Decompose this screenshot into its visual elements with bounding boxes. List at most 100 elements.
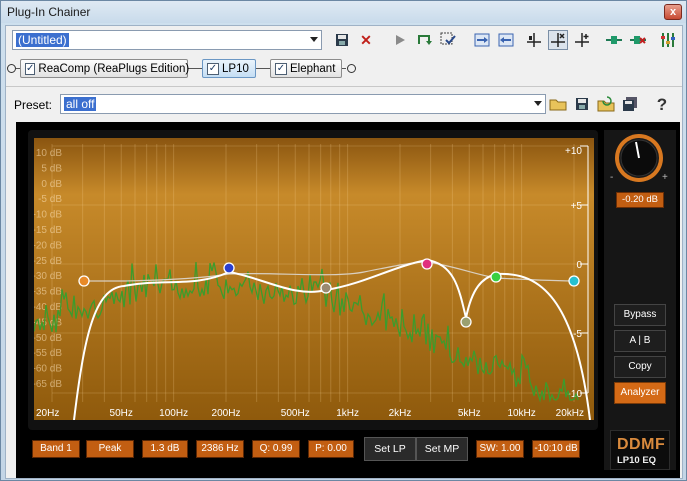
plugin-label: LP10 [222,62,249,75]
import-preset-icon[interactable] [596,94,616,114]
db-left-label: 5 dB [41,163,62,174]
freq-label: 200Hz [212,408,241,419]
plugin-chain-row: ✓ ReaComp (ReaPlugs Edition) ✓ LP10 ✓ El… [6,58,684,80]
client-area: (Untitled) ✕ ✓ ReaComp (ReaPlugs Edition… [5,25,683,479]
gain-plus-label: + [662,172,668,183]
db-left-label: -25 dB [34,256,62,267]
align-plus-icon[interactable] [572,30,592,50]
freq-label: 5kHz [458,408,481,419]
display-range-field[interactable]: -10:10 dB [532,440,580,458]
freq-label: 20Hz [36,408,59,419]
freq-label: 100Hz [159,408,188,419]
plugin-label: Elephant [290,62,336,75]
db-left-label: -15 dB [34,225,62,236]
db-left-label: -35 dB [34,287,62,298]
eq-graph[interactable]: 10 dB 5 dB 0 dB -5 dB -10 dB -15 dB -20 dB -25 … [34,138,594,420]
db-right-label: -5 [573,329,582,340]
output-gain-knob[interactable]: - + [610,132,668,186]
gain-value-display[interactable]: -0.20 dB [616,192,664,208]
select-icon[interactable] [438,30,458,50]
open-folder-icon[interactable] [548,94,568,114]
copy-button[interactable]: Copy [614,356,666,378]
spectrum-width-field[interactable]: SW: 1.00 [476,440,524,458]
plugin-enable-checkbox[interactable]: ✓ [25,62,36,75]
chain-plugin-elephant[interactable]: ✓ Elephant [270,59,342,78]
save-preset-icon[interactable] [572,94,592,114]
set-lp-button[interactable]: Set LP [364,437,416,461]
band6-node[interactable] [490,271,502,283]
band1-node[interactable] [78,275,90,287]
db-left-label: 0 dB [41,179,62,190]
band2-node[interactable] [223,262,235,274]
close-button[interactable]: x [664,4,682,20]
move-in-icon[interactable] [472,30,492,50]
right-control-panel: - + -0.20 dB Bypass A | B Copy Analyzer … [604,130,676,470]
play-icon[interactable] [390,30,410,50]
freq-label: 50Hz [110,408,133,419]
band-parameter-bar: Band 1 Peak 1.3 dB 2386 Hz Q: 0.99 P: 0.… [28,436,598,466]
align-x-icon[interactable] [548,30,568,50]
divider [6,86,682,87]
filter-type-selector[interactable]: Peak [86,440,134,458]
plugin-enable-checkbox[interactable]: ✓ [275,62,287,75]
band7-node[interactable] [568,275,580,287]
plugin-label: ReaComp (ReaPlugs Edition) [38,62,190,75]
eq-panel: 10 dB 5 dB 0 dB -5 dB -10 dB -15 dB -20 dB -25 … [28,130,598,430]
db-right-label: 0 [576,260,582,271]
db-left-label: -5 dB [38,194,62,205]
db-left-label: -65 dB [34,379,62,390]
chain-output-node [347,64,356,73]
chain-name-dropdown[interactable]: (Untitled) [12,30,322,50]
align-left-icon[interactable] [524,30,544,50]
help-icon[interactable]: ? [652,94,672,114]
db-left-label: -50 dB [34,333,62,344]
db-left-label: -10 dB [34,210,62,221]
db-left-label: -55 dB [34,348,62,359]
freq-label: 20kHz [556,408,584,419]
band-gain-field[interactable]: 1.3 dB [142,440,188,458]
band-phase-field[interactable]: P: 0.00 [308,440,354,458]
remove-plugin-icon[interactable] [628,30,648,50]
band-selector[interactable]: Band 1 [32,440,80,458]
analyzer-button[interactable]: Analyzer [614,382,666,404]
preset-dropdown[interactable]: all off [60,94,546,114]
freq-label: 500Hz [281,408,310,419]
loop-icon[interactable] [414,30,434,50]
preset-value: all off [64,97,97,111]
band3-node[interactable] [320,282,332,294]
chain-plugin-reacomp[interactable]: ✓ ReaComp (ReaPlugs Edition) [20,59,190,78]
chain-name-value: (Untitled) [16,33,69,47]
ab-compare-button[interactable]: A | B [614,330,666,352]
set-mp-button[interactable]: Set MP [416,437,468,461]
mixer-icon[interactable] [658,30,678,50]
title-bar[interactable]: Plug-In Chainer x [1,1,686,23]
db-right-label: +10 [565,146,582,157]
move-out-icon[interactable] [496,30,516,50]
chevron-down-icon [534,101,542,106]
logo-brand: DDMF [617,436,666,453]
db-left-label: -30 dB [34,271,62,282]
delete-icon[interactable]: ✕ [356,30,376,50]
db-right-label: +5 [571,201,583,212]
gain-minus-label: - [610,172,614,183]
db-left-label: -60 dB [34,364,62,375]
band5-node[interactable] [460,316,472,328]
add-plugin-icon[interactable] [604,30,624,50]
freq-label: 2kHz [389,408,412,419]
window-title: Plug-In Chainer [7,5,91,19]
band-q-field[interactable]: Q: 0.99 [252,440,300,458]
band4-node[interactable] [421,258,433,270]
chain-plugin-lp10[interactable]: ✓ LP10 [202,59,256,78]
plugin-enable-checkbox[interactable]: ✓ [207,62,219,75]
freq-label: 10kHz [507,408,535,419]
save-icon[interactable] [332,30,352,50]
plugin-chainer-window: Plug-In Chainer x (Untitled) ✕ ✓ ReaComp… [0,0,687,481]
chevron-down-icon [310,37,318,42]
band-frequency-field[interactable]: 2386 Hz [196,440,244,458]
save-as-preset-icon[interactable] [620,94,640,114]
freq-label: 1kHz [336,408,359,419]
preset-label: Preset: [14,98,53,112]
db-left-label: -20 dB [34,240,62,251]
bypass-button[interactable]: Bypass [614,304,666,326]
logo-product: LP10 EQ [617,455,657,466]
